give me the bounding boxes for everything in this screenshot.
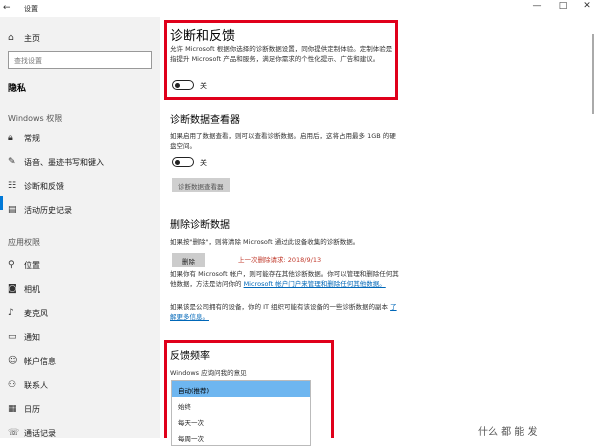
contacts-icon: ⚇ bbox=[8, 380, 17, 390]
sidebar-item-camera[interactable]: ◙ 相机 bbox=[0, 279, 160, 299]
sidebar-home-label: 主页 bbox=[24, 34, 40, 43]
window-title: 设置 bbox=[24, 5, 38, 13]
sidebar-item-call-history[interactable]: ☏ 通话记录 bbox=[0, 423, 160, 443]
scrollbar[interactable] bbox=[592, 34, 594, 114]
sidebar-item-diagnostics[interactable]: ☷ 诊断和反馈 bbox=[0, 176, 160, 196]
sidebar-group-windows: Windows 权限 bbox=[8, 114, 63, 123]
home-icon: ⌂ bbox=[8, 33, 14, 43]
maximize-button[interactable]: □ bbox=[552, 1, 574, 11]
camera-icon: ◙ bbox=[8, 284, 17, 294]
location-icon: ⚲ bbox=[8, 260, 15, 270]
sidebar: ⌂ 主页 查找设置 隐私 Windows 权限 🔒︎ 常规 ✎ 语音、墨迹书写和… bbox=[0, 17, 160, 438]
sidebar-item-label: 常规 bbox=[24, 134, 40, 143]
back-arrow-icon[interactable]: ← bbox=[3, 3, 11, 13]
sidebar-section-title: 隐私 bbox=[8, 84, 27, 94]
sidebar-item-label: 联系人 bbox=[24, 381, 48, 390]
delete-button[interactable]: 删除 bbox=[172, 253, 205, 267]
notification-icon: ▭ bbox=[8, 332, 17, 342]
it-org-paragraph: 如果该是公司拥有的设备，你的 IT 组织可能有该设备的一些诊断数据的副本 了解更… bbox=[170, 303, 400, 322]
sidebar-item-label: 通知 bbox=[24, 333, 40, 342]
sidebar-item-contacts[interactable]: ⚇ 联系人 bbox=[0, 375, 160, 395]
lock-icon: 🔒︎ bbox=[8, 133, 13, 143]
delete-data-title: 删除诊断数据 bbox=[170, 220, 230, 231]
feedback-icon: ☷ bbox=[8, 181, 17, 191]
sidebar-item-label: 语音、墨迹书写和键入 bbox=[24, 158, 104, 167]
delete-data-description: 如果按"删除"，则将清除 Microsoft 通过此设备收集的诊断数据。 bbox=[170, 238, 360, 246]
sidebar-item-label: 相机 bbox=[24, 285, 40, 294]
calendar-icon: ▦ bbox=[8, 404, 17, 414]
account-icon: ☺ bbox=[8, 356, 18, 366]
data-viewer-description: 如果启用了数据查看，则可以查看诊断数据。启用后，这将占用最多 1GB 的硬盘空间… bbox=[170, 132, 396, 150]
history-icon: ▤ bbox=[8, 205, 17, 215]
sidebar-item-label: 位置 bbox=[24, 261, 40, 270]
sidebar-item-activity-history[interactable]: ▤ 活动历史记录 bbox=[0, 200, 160, 220]
it-org-text: 如果该是公司拥有的设备，你的 IT 组织可能有该设备的一些诊断数据的副本 bbox=[170, 303, 391, 311]
sidebar-group-app: 应用权限 bbox=[8, 238, 40, 247]
pen-icon: ✎ bbox=[8, 157, 16, 167]
microphone-icon: ♪ bbox=[8, 308, 14, 318]
close-button[interactable]: ✕ bbox=[576, 1, 598, 11]
last-delete-request: 上一次删除请求: 2018/9/13 bbox=[238, 256, 322, 264]
highlight-box-top bbox=[164, 20, 398, 100]
diagnostic-data-viewer-button[interactable]: 诊断数据查看器 bbox=[172, 178, 230, 192]
account-portal-link[interactable]: Microsoft 帐户门户来管理和删除任何其他数据。 bbox=[244, 280, 386, 288]
title-bar: ← 设置 — □ ✕ bbox=[0, 0, 600, 17]
call-history-icon: ☏ bbox=[8, 428, 20, 438]
data-viewer-title: 诊断数据查看器 bbox=[170, 115, 240, 126]
sidebar-item-label: 活动历史记录 bbox=[24, 206, 72, 215]
watermark: 什么 都 能 发 bbox=[478, 427, 538, 438]
data-viewer-toggle[interactable] bbox=[172, 157, 194, 167]
sidebar-item-label: 帐户信息 bbox=[24, 357, 56, 366]
account-data-paragraph: 如果你有 Microsoft 帐户，则可能存在其他诊断数据。你可以管理和删除任何… bbox=[170, 270, 400, 289]
sidebar-item-label: 诊断和反馈 bbox=[24, 182, 64, 191]
sidebar-item-label: 麦克风 bbox=[24, 309, 48, 318]
sidebar-item-label: 日历 bbox=[24, 405, 40, 414]
minimize-button[interactable]: — bbox=[526, 1, 548, 11]
sidebar-item-home[interactable]: ⌂ 主页 bbox=[0, 28, 160, 48]
toggle-state-label: 关 bbox=[200, 159, 207, 167]
search-input[interactable]: 查找设置 bbox=[8, 51, 152, 69]
sidebar-item-microphone[interactable]: ♪ 麦克风 bbox=[0, 303, 160, 323]
sidebar-item-calendar[interactable]: ▦ 日历 bbox=[0, 399, 160, 419]
sidebar-item-label: 通话记录 bbox=[24, 429, 56, 438]
highlight-box-bottom bbox=[164, 340, 334, 438]
sidebar-item-notifications[interactable]: ▭ 通知 bbox=[0, 327, 160, 347]
sidebar-item-account-info[interactable]: ☺ 帐户信息 bbox=[0, 351, 160, 371]
sidebar-item-location[interactable]: ⚲ 位置 bbox=[0, 255, 160, 275]
sidebar-item-speech[interactable]: ✎ 语音、墨迹书写和键入 bbox=[0, 152, 160, 172]
sidebar-item-general[interactable]: 🔒︎ 常规 bbox=[0, 128, 160, 148]
